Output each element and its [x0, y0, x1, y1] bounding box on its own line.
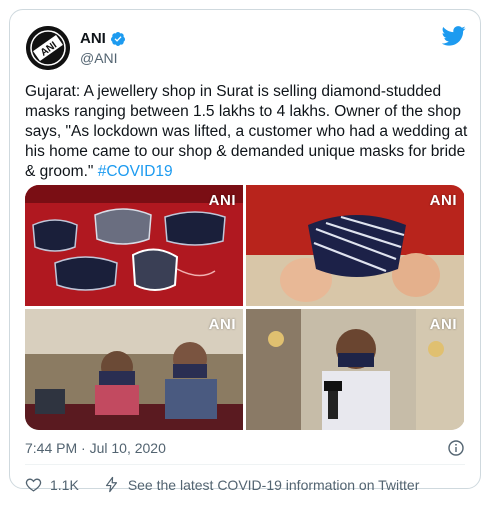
tweet-card: ANI ANI @ANI Gujarat: A jewellery shop i… — [9, 9, 481, 493]
like-count: 1.1K — [50, 476, 79, 493]
ani-watermark: ANI — [208, 192, 236, 209]
media-photo-1[interactable]: ANI — [25, 185, 243, 306]
avatar[interactable]: ANI — [26, 26, 70, 70]
ani-logo-icon: ANI — [26, 26, 70, 70]
media-photo-3[interactable]: ANI — [25, 309, 243, 430]
media-photo-2[interactable]: ANI — [246, 185, 464, 306]
info-icon[interactable] — [448, 440, 464, 456]
hashtag-link[interactable]: #COVID19 — [98, 163, 173, 180]
author-handle[interactable]: @ANI — [80, 50, 118, 66]
covid-info-text: See the latest COVID-19 information on T… — [127, 476, 420, 493]
tweet-actions: 1.1K See the latest COVID-19 information… — [25, 476, 443, 493]
author-name-row[interactable]: ANI — [80, 30, 126, 47]
ani-watermark: ANI — [429, 192, 457, 209]
like-button[interactable]: 1.1K — [25, 476, 79, 493]
verified-badge-icon — [110, 31, 125, 46]
covid-info-link[interactable]: See the latest COVID-19 information on T… — [103, 476, 420, 493]
heart-icon — [25, 478, 42, 492]
media-photo-4[interactable]: ANI — [246, 309, 464, 430]
tweet-timestamp[interactable]: 7:44 PM · Jul 10, 2020 — [25, 440, 166, 456]
twitter-bird-icon[interactable] — [442, 26, 466, 46]
tweet-body: Gujarat: A jewellery shop in Surat is se… — [25, 83, 468, 180]
ani-watermark: ANI — [429, 316, 457, 333]
divider — [25, 464, 465, 465]
media-grid: ANI ANI ANI ANI — [25, 185, 465, 430]
ani-watermark: ANI — [208, 316, 236, 333]
lightning-icon — [105, 476, 117, 493]
author-name[interactable]: ANI — [80, 30, 106, 47]
tweet-text: Gujarat: A jewellery shop in Surat is se… — [25, 82, 471, 182]
